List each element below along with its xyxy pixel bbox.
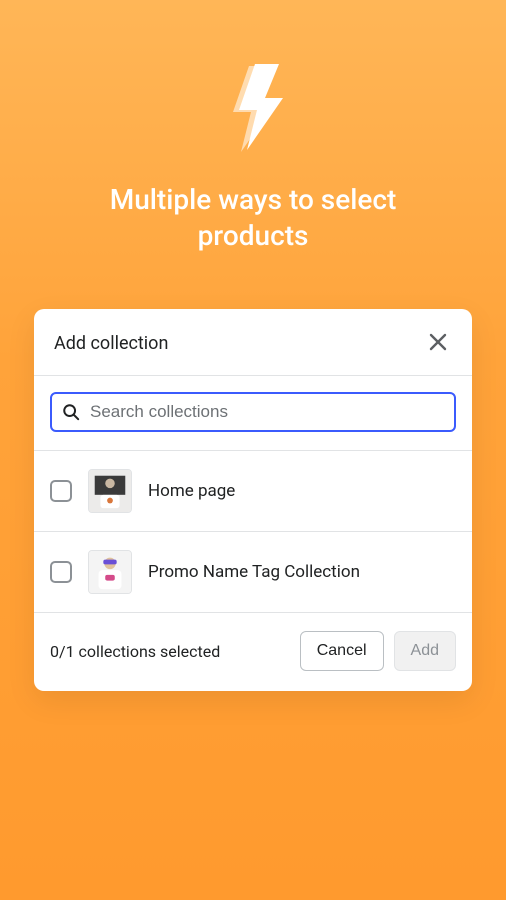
- collection-row-promo-name-tag[interactable]: Promo Name Tag Collection: [34, 531, 472, 612]
- modal-header: Add collection: [34, 309, 472, 375]
- modal-footer: 0/1 collections selected Cancel Add: [34, 612, 472, 691]
- close-button[interactable]: [424, 329, 452, 357]
- checkbox[interactable]: [50, 561, 72, 583]
- modal-title: Add collection: [54, 333, 168, 354]
- cancel-button[interactable]: Cancel: [300, 631, 384, 671]
- lightning-bolt-icon: [223, 62, 283, 152]
- add-button[interactable]: Add: [394, 631, 456, 671]
- collection-thumbnail: [88, 469, 132, 513]
- hero-title: Multiple ways to select products: [73, 182, 433, 255]
- search-icon: [62, 403, 80, 421]
- hero-section: Multiple ways to select products: [0, 0, 506, 255]
- collection-row-home-page[interactable]: Home page: [34, 450, 472, 531]
- close-icon: [427, 331, 449, 356]
- collection-label: Home page: [148, 481, 235, 501]
- collection-thumbnail: [88, 550, 132, 594]
- checkbox[interactable]: [50, 480, 72, 502]
- search-section: [34, 376, 472, 450]
- collection-label: Promo Name Tag Collection: [148, 562, 360, 582]
- search-field[interactable]: [50, 392, 456, 432]
- add-collection-modal: Add collection: [34, 309, 472, 691]
- footer-actions: Cancel Add: [300, 631, 456, 671]
- selection-status: 0/1 collections selected: [50, 642, 220, 661]
- search-input[interactable]: [90, 402, 444, 422]
